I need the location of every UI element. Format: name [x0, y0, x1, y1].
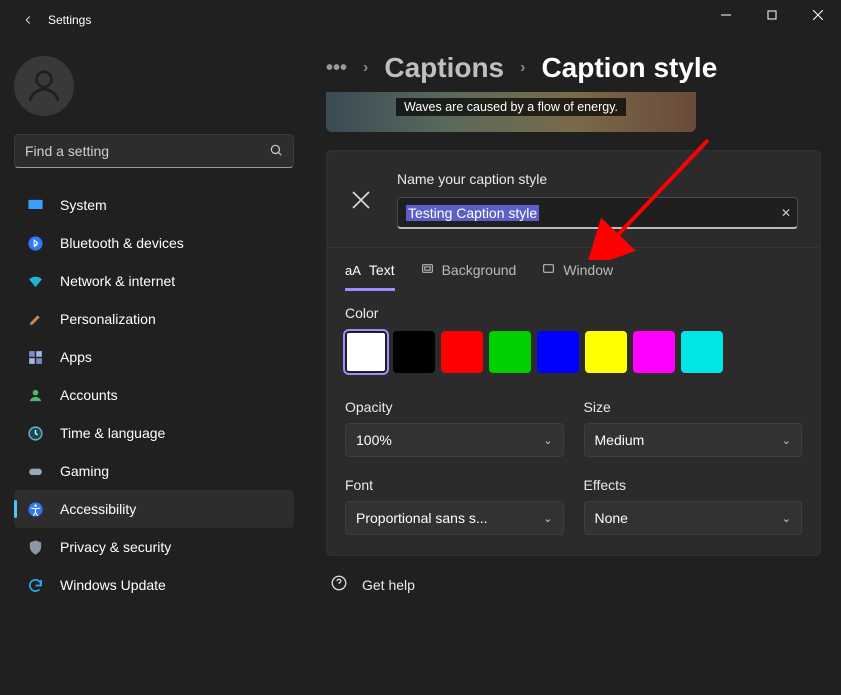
clear-input-button[interactable]: ✕	[781, 206, 791, 220]
effects-value: None	[595, 510, 628, 526]
size-value: Medium	[595, 432, 645, 448]
tab-window[interactable]: Window	[542, 262, 613, 291]
crossed-pens-icon	[349, 188, 377, 212]
close-button[interactable]	[795, 0, 841, 30]
size-select[interactable]: Medium ⌄	[584, 423, 803, 457]
color-swatch-magenta[interactable]	[633, 331, 675, 373]
sidebar-item-gaming[interactable]: Gaming	[14, 452, 294, 490]
shield-icon	[26, 538, 44, 556]
tab-label: Background	[442, 262, 517, 278]
chevron-right-icon: ›	[363, 59, 368, 77]
help-label: Get help	[362, 577, 415, 593]
get-help-link[interactable]: Get help	[326, 556, 821, 595]
tab-label: Window	[563, 262, 613, 278]
font-value: Proportional sans s...	[356, 510, 488, 526]
preview-caption-text: Waves are caused by a flow of energy.	[396, 98, 626, 116]
color-swatch-red[interactable]	[441, 331, 483, 373]
font-select[interactable]: Proportional sans s... ⌄	[345, 501, 564, 535]
sidebar-item-label: Network & internet	[60, 273, 175, 289]
breadcrumb: ••• › Captions › Caption style	[326, 52, 821, 84]
color-swatch-black[interactable]	[393, 331, 435, 373]
tab-background[interactable]: Background	[421, 262, 517, 291]
chevron-down-icon: ⌄	[782, 512, 791, 525]
style-name-value: Testing Caption style	[406, 205, 539, 221]
background-icon	[421, 262, 434, 278]
gamepad-icon	[26, 462, 44, 480]
avatar[interactable]	[14, 56, 74, 116]
search-icon	[269, 143, 283, 160]
sidebar-item-privacy[interactable]: Privacy & security	[14, 528, 294, 566]
sidebar-item-label: Personalization	[60, 311, 156, 327]
window-title: Settings	[48, 13, 91, 27]
sidebar-item-label: System	[60, 197, 107, 213]
style-name-input[interactable]: Testing Caption style ✕	[397, 197, 798, 229]
sidebar-item-bluetooth[interactable]: Bluetooth & devices	[14, 224, 294, 262]
sidebar-item-label: Bluetooth & devices	[60, 235, 184, 251]
breadcrumb-parent-link[interactable]: Captions	[384, 52, 504, 84]
opacity-label: Opacity	[345, 399, 564, 415]
bluetooth-icon	[26, 234, 44, 252]
chevron-down-icon: ⌄	[543, 512, 552, 525]
color-swatch-blue[interactable]	[537, 331, 579, 373]
sidebar-item-network[interactable]: Network & internet	[14, 262, 294, 300]
effects-label: Effects	[584, 477, 803, 493]
color-swatch-green[interactable]	[489, 331, 531, 373]
sidebar-item-label: Accessibility	[60, 501, 136, 517]
paintbrush-icon	[26, 310, 44, 328]
nav-list: System Bluetooth & devices Network & int…	[14, 186, 294, 604]
effects-select[interactable]: None ⌄	[584, 501, 803, 535]
wifi-icon	[26, 272, 44, 290]
color-label: Color	[345, 305, 802, 321]
sidebar-item-label: Gaming	[60, 463, 109, 479]
sidebar-item-accounts[interactable]: Accounts	[14, 376, 294, 414]
sidebar-item-label: Apps	[60, 349, 92, 365]
sidebar-item-label: Time & language	[60, 425, 165, 441]
sidebar-item-update[interactable]: Windows Update	[14, 566, 294, 604]
name-field-label: Name your caption style	[397, 171, 798, 187]
clock-icon	[26, 424, 44, 442]
sidebar-item-label: Privacy & security	[60, 539, 171, 555]
font-label: Font	[345, 477, 564, 493]
tab-text[interactable]: aA Text	[345, 262, 395, 291]
main-content: ••• › Captions › Caption style Waves are…	[308, 40, 841, 695]
style-tabs: aA Text Background Window	[327, 248, 820, 291]
color-swatch-white[interactable]	[345, 331, 387, 373]
opacity-select[interactable]: 100% ⌄	[345, 423, 564, 457]
opacity-value: 100%	[356, 432, 392, 448]
window-icon	[542, 262, 555, 278]
chevron-down-icon: ⌄	[543, 434, 552, 447]
sidebar-item-label: Accounts	[60, 387, 118, 403]
update-icon	[26, 576, 44, 594]
apps-icon	[26, 348, 44, 366]
caption-preview: Waves are caused by a flow of energy.	[326, 92, 696, 132]
color-swatches	[345, 331, 802, 373]
size-label: Size	[584, 399, 803, 415]
caption-style-panel: Name your caption style Testing Caption …	[326, 150, 821, 556]
sidebar-item-apps[interactable]: Apps	[14, 338, 294, 376]
help-icon	[330, 574, 348, 595]
search-input[interactable]	[25, 143, 269, 159]
text-icon: aA	[345, 263, 361, 278]
monitor-icon	[26, 196, 44, 214]
sidebar-item-system[interactable]: System	[14, 186, 294, 224]
sidebar: System Bluetooth & devices Network & int…	[0, 40, 308, 695]
accounts-icon	[26, 386, 44, 404]
chevron-right-icon: ›	[520, 59, 525, 77]
minimize-button[interactable]	[703, 0, 749, 30]
sidebar-item-time[interactable]: Time & language	[14, 414, 294, 452]
maximize-button[interactable]	[749, 0, 795, 30]
breadcrumb-overflow-button[interactable]: •••	[326, 57, 347, 80]
color-swatch-yellow[interactable]	[585, 331, 627, 373]
color-swatch-cyan[interactable]	[681, 331, 723, 373]
window-controls	[703, 0, 841, 30]
sidebar-item-personalization[interactable]: Personalization	[14, 300, 294, 338]
accessibility-icon	[26, 500, 44, 518]
sidebar-item-label: Windows Update	[60, 577, 166, 593]
tab-label: Text	[369, 262, 395, 278]
back-button[interactable]	[8, 13, 48, 27]
page-title: Caption style	[541, 52, 717, 84]
search-box[interactable]	[14, 134, 294, 168]
sidebar-item-accessibility[interactable]: Accessibility	[14, 490, 294, 528]
chevron-down-icon: ⌄	[782, 434, 791, 447]
